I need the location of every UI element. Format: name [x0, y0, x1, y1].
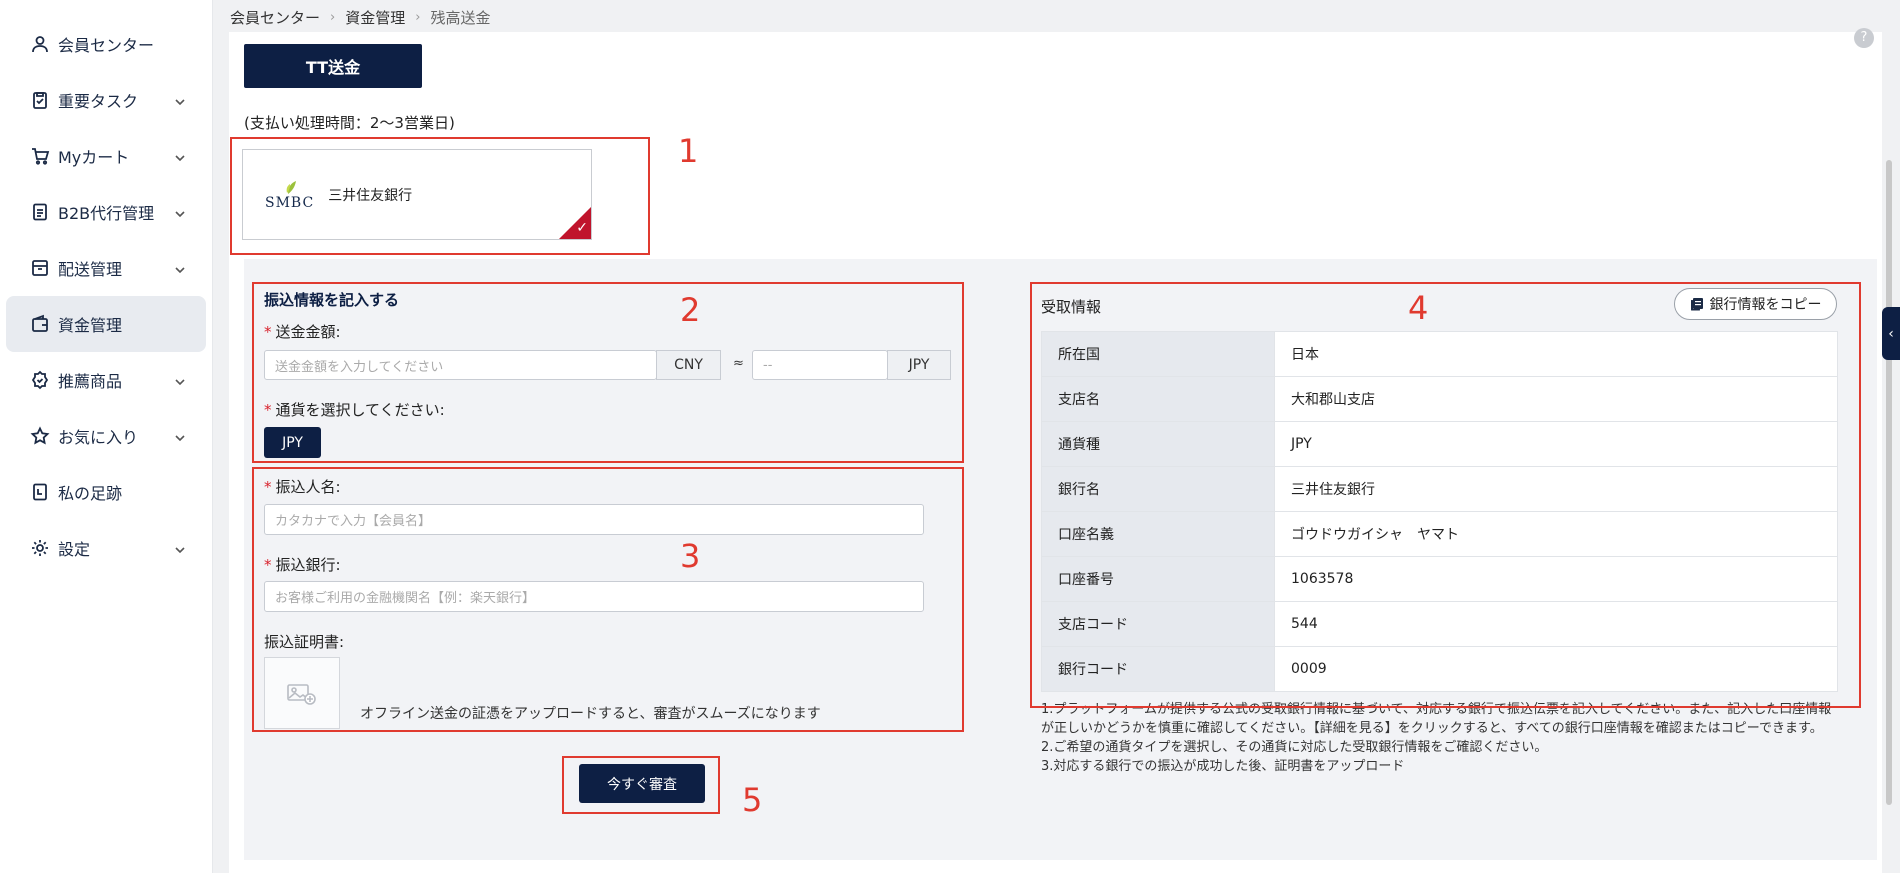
box-icon — [30, 258, 50, 278]
sidebar-item-label: 推薦商品 — [58, 372, 123, 391]
sidebar: 会員センター 重要タスク Myカート B2B代行管理 配送管理 資金管理 推薦商… — [0, 0, 213, 873]
breadcrumb-separator: › — [330, 10, 336, 25]
sidebar-item-important-tasks[interactable]: 重要タスク — [6, 72, 206, 128]
sidebar-item-shipping[interactable]: 配送管理 — [6, 240, 206, 296]
breadcrumb-item[interactable]: 資金管理 — [345, 7, 405, 28]
note-item: 2.ご希望の通貨タイプを選択し、その通貨に対応した受取銀行情報をご確認ください。 — [1041, 740, 1548, 755]
sidebar-item-label: 資金管理 — [58, 316, 123, 335]
badge-icon — [30, 370, 50, 390]
clipboard-check-icon — [30, 90, 50, 110]
annotation-box-3 — [252, 467, 964, 732]
chevron-down-icon — [174, 373, 185, 386]
breadcrumb: 会員センター › 資金管理 › 残高送金 — [230, 7, 490, 28]
chevron-down-icon — [174, 429, 185, 442]
breadcrumb-current: 残高送金 — [430, 9, 491, 27]
sidebar-item-label: 会員センター — [58, 36, 155, 55]
user-icon — [30, 34, 50, 54]
wallet-icon — [30, 314, 50, 334]
sidebar-item-recommended[interactable]: 推薦商品 — [6, 352, 206, 408]
cart-icon — [30, 146, 50, 166]
sidebar-item-label: B2B代行管理 — [58, 204, 155, 223]
star-icon — [30, 426, 50, 446]
annotation-box-4 — [1030, 282, 1861, 708]
sidebar-item-funds[interactable]: 資金管理 — [6, 296, 206, 352]
tab-tt-transfer[interactable]: TT送金 — [244, 44, 422, 88]
annotation-number-3: 3 — [680, 537, 701, 575]
sidebar-item-label: 私の足跡 — [58, 484, 123, 503]
annotation-number-5: 5 — [742, 781, 763, 819]
sidebar-item-label: 重要タスク — [58, 92, 139, 111]
side-panel-toggle[interactable]: ‹ — [1882, 307, 1900, 360]
processing-time: (支払い処理時間：2〜3営業日) — [244, 114, 455, 132]
gear-icon — [30, 538, 50, 558]
chevron-down-icon — [174, 93, 185, 106]
annotation-number-1: 1 — [678, 132, 699, 170]
note-item: 3.対応する銀行での振込が成功した後、証明書をアップロード — [1041, 759, 1405, 774]
document-icon — [30, 202, 50, 222]
sidebar-item-favorites[interactable]: お気に入り — [6, 408, 206, 464]
chevron-down-icon — [174, 205, 185, 218]
scrollbar[interactable] — [1886, 160, 1892, 805]
chevron-down-icon — [174, 261, 185, 274]
sidebar-item-member-center[interactable]: 会員センター — [6, 16, 206, 72]
help-icon[interactable]: ? — [1854, 28, 1874, 48]
sidebar-item-label: 設定 — [58, 540, 91, 559]
sidebar-item-label: Myカート — [58, 148, 130, 167]
notes: 1.プラットフォームが提供する公式の受取銀行情報に基づいて、対応する銀行で振込伝… — [1041, 700, 1841, 776]
sidebar-item-history[interactable]: 私の足跡 — [6, 464, 206, 520]
breadcrumb-item[interactable]: 会員センター — [230, 7, 320, 28]
chevron-down-icon — [174, 541, 185, 554]
sidebar-item-label: お気に入り — [58, 428, 139, 447]
annotation-number-4: 4 — [1408, 289, 1429, 327]
history-icon — [30, 482, 50, 502]
sidebar-item-label: 配送管理 — [58, 260, 123, 279]
chevron-down-icon — [174, 149, 185, 162]
sidebar-item-settings[interactable]: 設定 — [6, 520, 206, 576]
sidebar-item-b2b[interactable]: B2B代行管理 — [6, 184, 206, 240]
sidebar-item-my-cart[interactable]: Myカート — [6, 128, 206, 184]
annotation-number-2: 2 — [680, 291, 701, 329]
breadcrumb-separator: › — [415, 10, 421, 25]
annotation-box-2 — [252, 282, 964, 463]
annotation-box-5 — [562, 756, 720, 814]
chevron-left-icon: ‹ — [1888, 325, 1894, 342]
annotation-box-1 — [230, 137, 650, 255]
